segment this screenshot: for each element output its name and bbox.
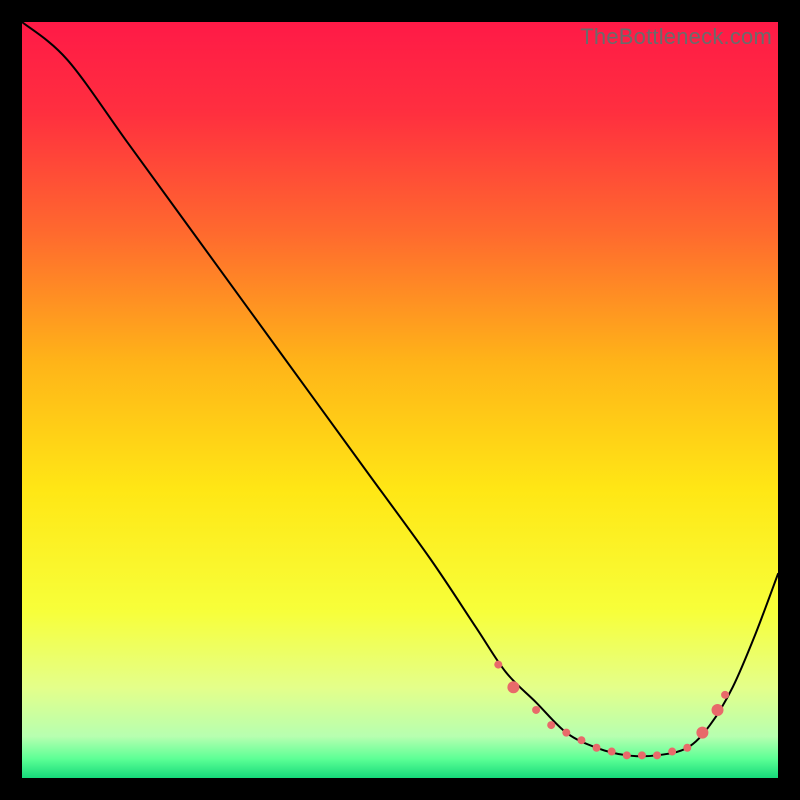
bottleneck-chart [22,22,778,778]
bottleneck-marker [547,721,555,729]
chart-frame: TheBottleneck.com [22,22,778,778]
bottleneck-marker [683,744,691,752]
bottleneck-marker [668,748,676,756]
bottleneck-marker [653,751,661,759]
bottleneck-marker [712,704,724,716]
bottleneck-marker [623,751,631,759]
bottleneck-marker [494,661,502,669]
bottleneck-marker [721,691,729,699]
bottleneck-marker [593,744,601,752]
bottleneck-marker [696,727,708,739]
bottleneck-marker [562,729,570,737]
watermark-text: TheBottleneck.com [580,24,772,50]
bottleneck-marker [638,751,646,759]
bottleneck-marker [532,706,540,714]
bottleneck-marker [507,681,519,693]
bottleneck-marker [577,736,585,744]
gradient-background [22,22,778,778]
bottleneck-marker [608,748,616,756]
